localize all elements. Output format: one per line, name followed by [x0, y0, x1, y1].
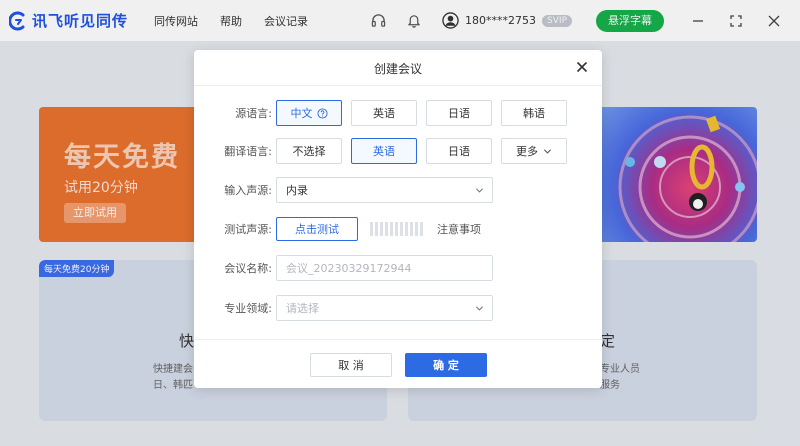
source-lang-chinese[interactable]: 中文 — [276, 100, 342, 126]
input-source-label: 输入声源: — [224, 184, 272, 197]
notice-link[interactable]: 注意事项 — [437, 221, 481, 237]
target-language-row: 翻译语言: 不选择 英语 日语 更多 — [194, 138, 576, 164]
close-icon[interactable] — [576, 61, 588, 73]
source-lang-chinese-label: 中文 — [290, 107, 313, 120]
chevron-down-icon — [475, 188, 484, 193]
target-lang-more-label: 更多 — [516, 145, 538, 158]
domain-select[interactable]: 请选择 — [276, 295, 493, 321]
chevron-down-icon — [475, 306, 484, 311]
target-lang-english[interactable]: 英语 — [351, 138, 417, 164]
domain-row: 专业领域: 请选择 — [194, 295, 493, 321]
target-lang-japanese[interactable]: 日语 — [426, 138, 492, 164]
create-meeting-dialog: 创建会议 源语言: 中文 英语 日语 韩语 翻译语言: 不选择 英语 日语 更多… — [194, 50, 602, 388]
dialog-footer: 取 消 确 定 — [194, 339, 602, 388]
domain-label: 专业领域: — [224, 302, 272, 315]
target-lang-none[interactable]: 不选择 — [276, 138, 342, 164]
target-language-label: 翻译语言: — [224, 145, 272, 158]
source-lang-japanese[interactable]: 日语 — [426, 100, 492, 126]
test-source-row: 测试声源: 点击测试 注意事项 — [194, 216, 481, 242]
target-lang-more[interactable]: 更多 — [501, 138, 567, 164]
cancel-button[interactable]: 取 消 — [310, 353, 392, 377]
question-circle-icon[interactable] — [316, 107, 328, 119]
dialog-title: 创建会议 — [373, 62, 422, 76]
input-source-select[interactable]: 内录 — [276, 177, 493, 203]
meeting-name-label: 会议名称: — [224, 262, 272, 275]
dialog-header: 创建会议 — [194, 50, 602, 86]
meeting-name-row: 会议名称: 会议_20230329172944 — [194, 255, 493, 281]
confirm-button[interactable]: 确 定 — [405, 353, 487, 377]
test-source-label: 测试声源: — [224, 223, 272, 236]
chevron-down-icon — [543, 148, 552, 154]
source-lang-english[interactable]: 英语 — [351, 100, 417, 126]
input-source-value: 内录 — [286, 184, 308, 197]
meeting-name-input[interactable]: 会议_20230329172944 — [276, 255, 493, 281]
domain-placeholder: 请选择 — [286, 302, 319, 315]
test-source-button[interactable]: 点击测试 — [276, 217, 358, 241]
input-source-row: 输入声源: 内录 — [194, 177, 493, 203]
audio-level-meter — [370, 222, 425, 236]
source-language-row: 源语言: 中文 英语 日语 韩语 — [194, 100, 576, 126]
source-lang-korean[interactable]: 韩语 — [501, 100, 567, 126]
source-language-label: 源语言: — [235, 107, 272, 120]
